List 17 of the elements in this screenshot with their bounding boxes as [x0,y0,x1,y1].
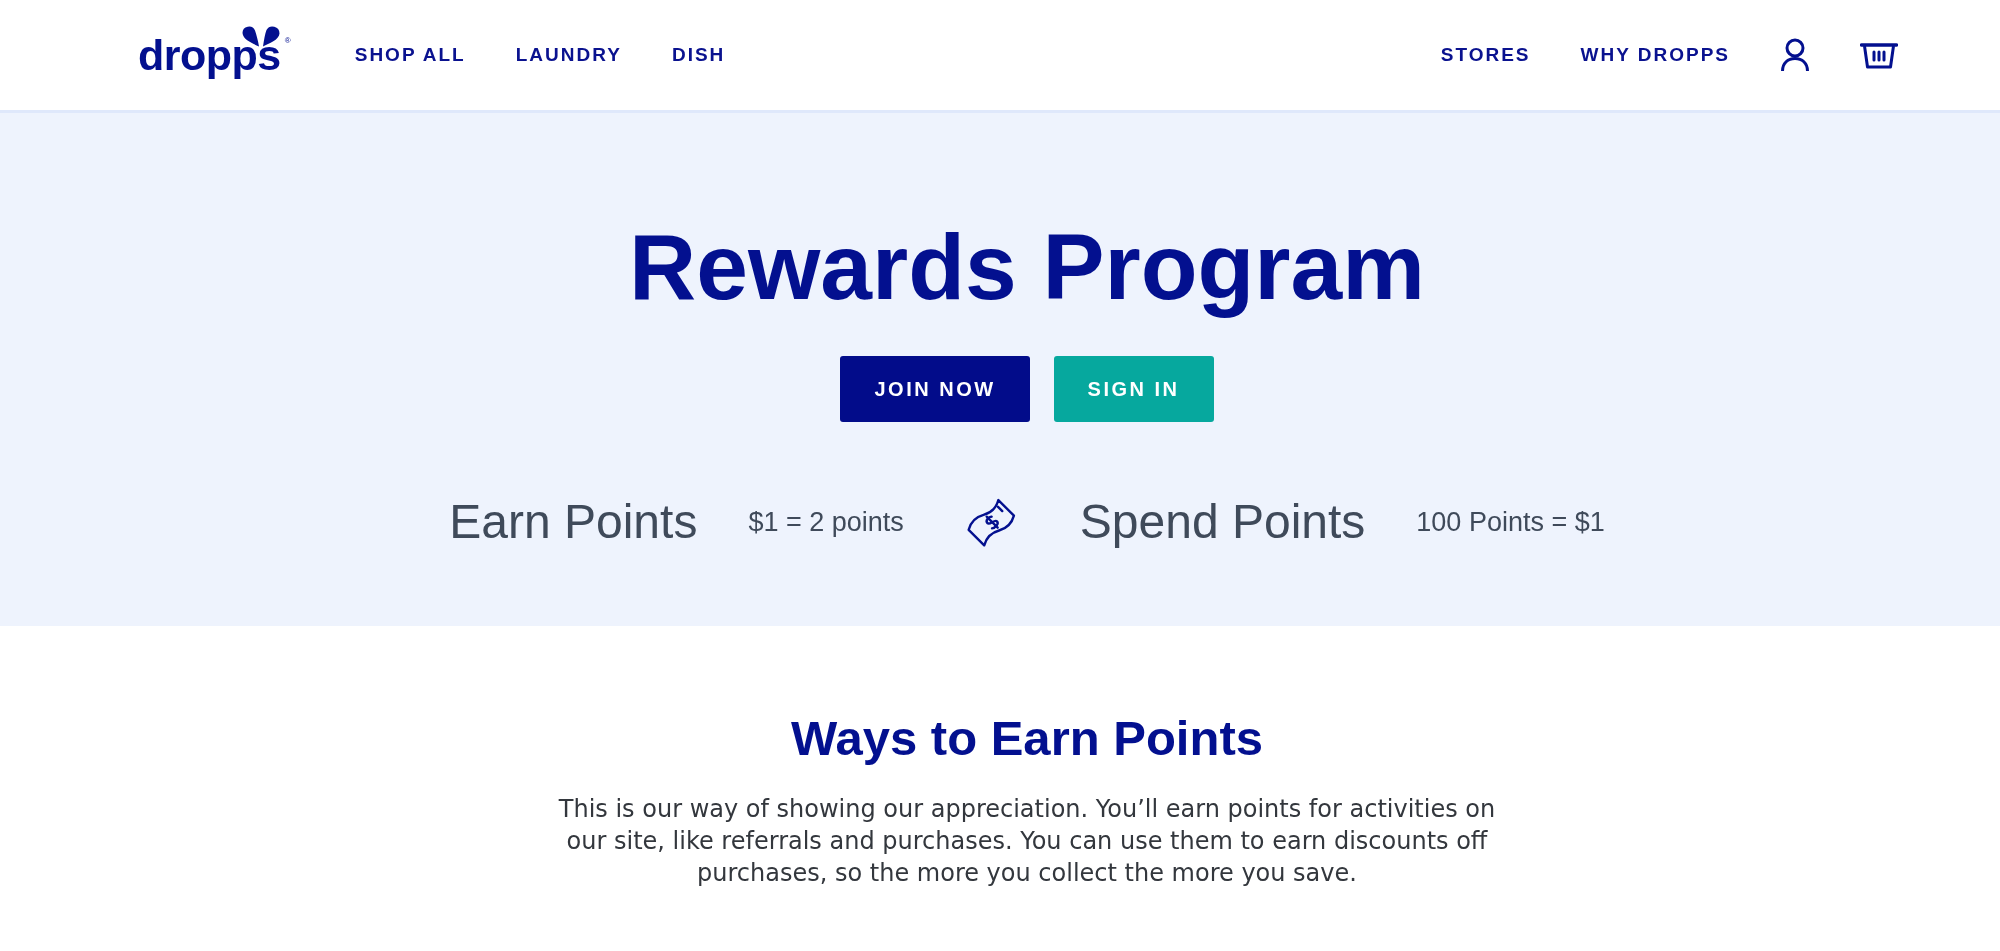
earn-points-title: Earn Points [449,494,698,550]
earn-rate-text: $1 = 2 points [748,506,904,538]
logo-link[interactable]: dropps® [138,25,291,79]
section-heading: Ways to Earn Points [791,710,1263,767]
join-button[interactable]: JOIN NOW [840,356,1030,422]
page-title: Rewards Program [629,216,1425,318]
account-icon[interactable] [1780,38,1810,72]
nav-link[interactable]: WHY DROPPS [1580,43,1730,67]
nav-link[interactable]: STORES [1440,43,1531,67]
registered-mark: ® [284,37,291,45]
spend-points-title: Spend Points [1079,494,1366,550]
nav-link[interactable]: LAUNDRY [515,43,622,67]
intro-paragraph: This is our way of showing our appreciation. You’ll earn points for activities on our site, like referrals and purchases. You can use them to earn discounts off purchases, so the more you collect the more you save. [557,794,1497,889]
basket-icon[interactable] [1860,41,1898,69]
nav-link[interactable]: DISH [671,43,726,67]
nav-link[interactable]: SHOP ALL [354,43,466,67]
spend-rate-text: 100 Points = $1 [1416,506,1605,538]
